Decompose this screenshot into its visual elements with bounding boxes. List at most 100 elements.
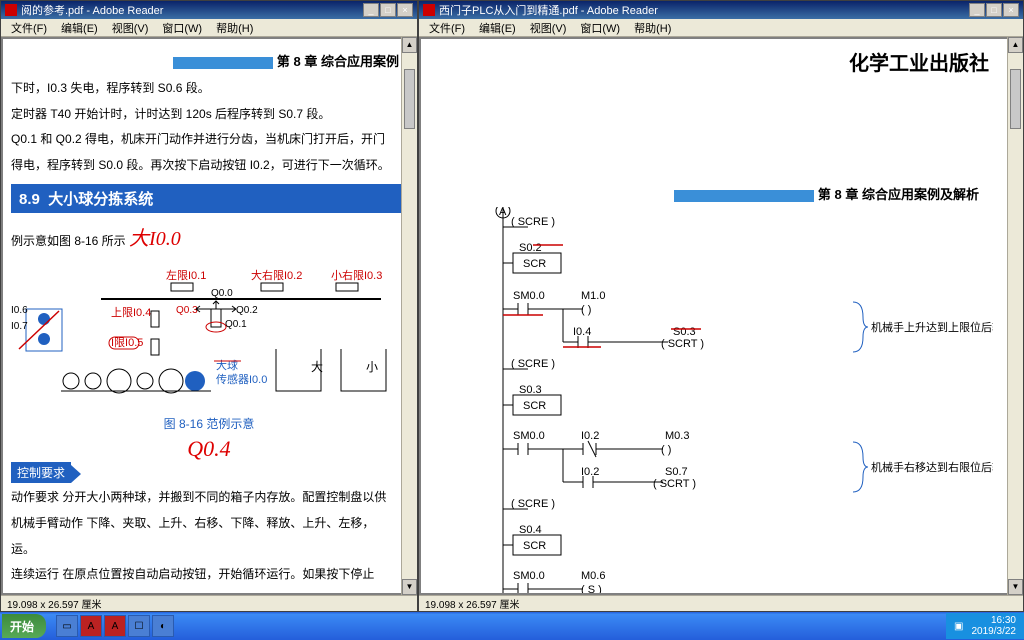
svg-text:SM0.0: SM0.0 <box>513 430 545 442</box>
menu-window[interactable]: 窗口(W) <box>156 19 208 37</box>
app-icon[interactable]: ☐ <box>128 615 150 637</box>
svg-text:SCR: SCR <box>523 540 546 552</box>
menubar-right: 文件(F) 编辑(E) 视图(V) 窗口(W) 帮助(H) <box>419 19 1023 37</box>
chapter-text: 第 8 章 综合应用案例 <box>277 54 399 69</box>
svg-text:机械手右移达到右限位后转到S0.7: 机械手右移达到右限位后转到S0.7 <box>871 460 993 474</box>
svg-text:大球: 大球 <box>216 358 238 372</box>
menu-view[interactable]: 视图(V) <box>524 19 573 37</box>
svg-text:( SCRE ): ( SCRE ) <box>511 498 555 510</box>
menu-help[interactable]: 帮助(H) <box>210 19 259 37</box>
svg-text:( ): ( ) <box>581 304 591 316</box>
start-button[interactable]: 开始 <box>2 614 46 638</box>
menu-view[interactable]: 视图(V) <box>106 19 155 37</box>
scrollbar-right[interactable]: ▲ ▼ <box>1007 37 1023 595</box>
req5: 何处，机械臂最终都要停止在原始位置。 <box>11 590 407 593</box>
para3: Q0.1 和 Q0.2 得电，机床开门动作并进行分齿，当机床门打开后，开门 <box>11 129 407 151</box>
svg-text:I0.7: I0.7 <box>11 321 28 332</box>
svg-text:I0.2: I0.2 <box>581 430 599 442</box>
app-icon-2[interactable]: ◐ <box>152 615 174 637</box>
handnote-2: Q0.4 <box>187 436 230 461</box>
minimize-button[interactable]: _ <box>969 3 985 17</box>
svg-text:( SCRE ): ( SCRE ) <box>511 358 555 370</box>
svg-text:Q0.2: Q0.2 <box>236 305 258 316</box>
req2: 机械手臂动作 下降、夹取、上升、右移、下降、释放、上升、左移， <box>11 513 407 535</box>
menu-file[interactable]: 文件(F) <box>5 19 53 37</box>
statusbar-right: 19.098 x 26.597 厘米 <box>419 595 1023 611</box>
close-button[interactable]: × <box>1003 3 1019 17</box>
maximize-button[interactable]: □ <box>986 3 1002 17</box>
svg-text:( ): ( ) <box>661 444 671 456</box>
svg-text:机械手上升达到上限位后转到S0.3: 机械手上升达到上限位后转到S0.3 <box>871 320 993 334</box>
window-title-right: 西门子PLC从入门到精通.pdf - Adobe Reader <box>439 2 658 18</box>
date-text: 2019/3/22 <box>972 626 1017 637</box>
menu-window[interactable]: 窗口(W) <box>574 19 626 37</box>
menu-help[interactable]: 帮助(H) <box>628 19 677 37</box>
svg-text:S0.3: S0.3 <box>519 384 542 396</box>
menu-edit[interactable]: 编辑(E) <box>55 19 104 37</box>
svg-text:I0.4: I0.4 <box>573 326 591 338</box>
titlebar-left[interactable]: 阅的参考.pdf - Adobe Reader _ □ × <box>1 1 417 19</box>
svg-text:Q0.1: Q0.1 <box>225 319 247 330</box>
svg-text:大: 大 <box>311 360 323 374</box>
section-heading: 8.9 大小球分拣系统 <box>11 184 407 213</box>
scrollbar-left[interactable]: ▲ ▼ <box>401 37 417 595</box>
page-right: 化学工业出版社 第 8 章 综合应用案例及解析 A ( SCRE ) S0.2 <box>421 39 1021 593</box>
menubar-left: 文件(F) 编辑(E) 视图(V) 窗口(W) 帮助(H) <box>1 19 417 37</box>
svg-text:( SCRT ): ( SCRT ) <box>661 338 704 350</box>
svg-text:SCR: SCR <box>523 258 546 270</box>
svg-text:I0.2: I0.2 <box>581 466 599 478</box>
pdf-icon <box>423 4 435 16</box>
minimize-button[interactable]: _ <box>363 3 379 17</box>
window-right: 西门子PLC从入门到精通.pdf - Adobe Reader _ □ × 文件… <box>418 0 1024 612</box>
show-desktop-icon[interactable]: ▭ <box>56 615 78 637</box>
menu-edit[interactable]: 编辑(E) <box>473 19 522 37</box>
handnote-1: 大I0.0 <box>129 228 181 250</box>
svg-text:I0.6: I0.6 <box>11 305 28 316</box>
scroll-up-icon[interactable]: ▲ <box>402 37 417 53</box>
adobe-icon[interactable]: A <box>80 615 102 637</box>
scroll-thumb[interactable] <box>1010 69 1021 129</box>
close-button[interactable]: × <box>397 3 413 17</box>
system-tray[interactable]: ▣ 16:30 2019/3/22 <box>946 613 1024 639</box>
quick-launch: ▭ A A ☐ ◐ <box>56 615 174 637</box>
adobe-icon-2[interactable]: A <box>104 615 126 637</box>
req3: 运。 <box>11 539 407 561</box>
tray-icon[interactable]: ▣ <box>954 621 963 632</box>
clock-text: 16:30 <box>991 615 1016 626</box>
svg-text:S0.2: S0.2 <box>519 242 542 254</box>
chapter-header-right: 第 8 章 综合应用案例及解析 <box>433 180 1009 207</box>
scroll-thumb[interactable] <box>404 69 415 129</box>
svg-text:SM0.0: SM0.0 <box>513 570 545 582</box>
menu-file[interactable]: 文件(F) <box>423 19 471 37</box>
svg-text:上限I0.4: 上限I0.4 <box>111 306 151 319</box>
figure-caption: 图 8-16 范例示意 <box>11 415 407 432</box>
para2: 定时器 T40 开始计时，计时达到 120s 后程序转到 S0.7 段。 <box>11 104 407 126</box>
svg-text:M0.3: M0.3 <box>665 430 689 442</box>
scroll-down-icon[interactable]: ▼ <box>402 579 417 595</box>
svg-text:小: 小 <box>366 360 378 374</box>
req4: 连续运行 在原点位置按自动启动按钮，开始循环运行。如果按下停止 <box>11 564 407 586</box>
svg-text:M0.6: M0.6 <box>581 570 605 582</box>
maximize-button[interactable]: □ <box>380 3 396 17</box>
scroll-up-icon[interactable]: ▲ <box>1008 37 1023 53</box>
svg-text:Q0.0: Q0.0 <box>211 288 233 299</box>
label-left-lim: 左限I0.1 <box>166 269 206 282</box>
window-title-left: 阅的参考.pdf - Adobe Reader <box>21 2 163 18</box>
titlebar-right[interactable]: 西门子PLC从入门到精通.pdf - Adobe Reader _ □ × <box>419 1 1023 19</box>
document-area-left: 第 8 章 综合应用案例 下时，I0.3 失电，程序转到 S0.6 段。 定时器… <box>1 37 417 595</box>
status-text-right: 19.098 x 26.597 厘米 <box>425 596 520 611</box>
svg-text:( SCRE ): ( SCRE ) <box>511 216 555 228</box>
chapter-header: 第 8 章 综合应用案例 <box>11 47 407 74</box>
svg-text:SM0.0: SM0.0 <box>513 290 545 302</box>
publisher-text: 化学工业出版社 <box>433 43 1009 80</box>
ladder-diagram: A ( SCRE ) S0.2 SCR SM0.0 M1.0 ( ) <box>433 207 993 593</box>
document-area-right: 化学工业出版社 第 8 章 综合应用案例及解析 A ( SCRE ) S0.2 <box>419 37 1023 595</box>
para1: 下时，I0.3 失电，程序转到 S0.6 段。 <box>11 78 407 100</box>
svg-text:S0.7: S0.7 <box>665 466 688 478</box>
svg-text:SCR: SCR <box>523 400 546 412</box>
svg-text:( S ): ( S ) <box>581 584 602 593</box>
svg-text:传感器I0.0: 传感器I0.0 <box>216 373 267 386</box>
scroll-down-icon[interactable]: ▼ <box>1008 579 1023 595</box>
statusbar-left: 19.098 x 26.597 厘米 <box>1 595 417 611</box>
svg-text:A: A <box>499 207 507 218</box>
